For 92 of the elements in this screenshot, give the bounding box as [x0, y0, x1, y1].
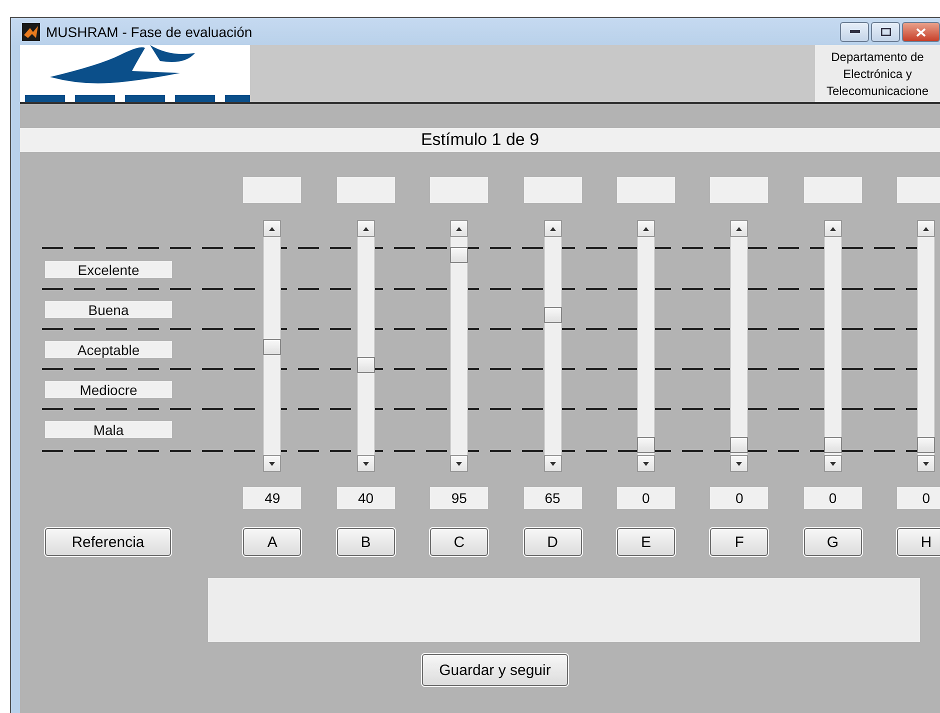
- down-arrow-button[interactable]: [450, 455, 468, 472]
- down-arrow-icon: [642, 462, 649, 466]
- down-arrow-button[interactable]: [730, 455, 748, 472]
- up-arrow-button[interactable]: [824, 220, 842, 237]
- rating-slider[interactable]: [450, 220, 468, 472]
- maximize-icon: [880, 28, 890, 36]
- stimulus-button[interactable]: D: [524, 528, 582, 556]
- text-field[interactable]: [897, 177, 940, 203]
- down-arrow-button[interactable]: [636, 455, 655, 472]
- slider-thumb[interactable]: [824, 437, 842, 453]
- down-arrow-icon: [736, 462, 742, 466]
- down-arrow-button[interactable]: [824, 455, 842, 472]
- window-title: MUSHRAM - Fase de evaluación: [46, 24, 252, 40]
- up-arrow-button[interactable]: [356, 220, 375, 237]
- stimulus-heading: Estímulo 1 de 9: [20, 128, 940, 152]
- stimulus-button[interactable]: F: [710, 528, 768, 556]
- rating-slider[interactable]: [917, 220, 936, 472]
- up-arrow-icon: [550, 226, 556, 230]
- app-icon: [22, 22, 40, 40]
- comment-field[interactable]: [208, 578, 920, 642]
- up-arrow-icon: [456, 226, 462, 230]
- up-arrow-button[interactable]: [544, 220, 562, 237]
- reference-button[interactable]: Referencia: [45, 528, 171, 556]
- down-arrow-icon: [830, 462, 836, 466]
- down-arrow-button[interactable]: [544, 455, 562, 472]
- score-value: 95: [430, 487, 488, 509]
- close-button[interactable]: [902, 22, 940, 42]
- scale-label: Mediocre: [45, 381, 172, 398]
- text-field[interactable]: [336, 177, 395, 203]
- down-arrow-icon: [550, 462, 556, 466]
- score-value: 49: [243, 487, 302, 509]
- department-text: Telecomunicacione: [826, 83, 929, 100]
- text-field[interactable]: [243, 177, 302, 203]
- rating-slider[interactable]: [356, 220, 375, 472]
- text-field[interactable]: [804, 177, 862, 203]
- department-text: Departamento de: [831, 49, 924, 66]
- up-arrow-icon: [269, 226, 276, 230]
- down-arrow-button[interactable]: [917, 455, 936, 472]
- text-field[interactable]: [524, 177, 582, 203]
- up-arrow-icon: [830, 226, 836, 230]
- down-arrow-icon: [456, 462, 462, 466]
- scale-label: Buena: [45, 301, 172, 318]
- stimulus-button[interactable]: G: [804, 528, 862, 556]
- stimulus-button[interactable]: B: [336, 528, 395, 556]
- up-arrow-button[interactable]: [917, 220, 936, 237]
- down-arrow-button[interactable]: [356, 455, 375, 472]
- rating-slider[interactable]: [636, 220, 655, 472]
- up-arrow-button[interactable]: [730, 220, 748, 237]
- score-value: 65: [524, 487, 582, 509]
- close-icon: [916, 28, 926, 36]
- text-field[interactable]: [710, 177, 768, 203]
- rating-slider[interactable]: [730, 220, 748, 472]
- slider-thumb[interactable]: [636, 437, 655, 453]
- department-text: Electrónica y: [843, 66, 912, 83]
- up-arrow-button[interactable]: [450, 220, 468, 237]
- slider-thumb[interactable]: [544, 307, 562, 323]
- save-continue-button[interactable]: Guardar y seguir: [422, 654, 568, 686]
- slider-thumb[interactable]: [917, 437, 936, 453]
- scale-label: Aceptable: [45, 341, 172, 358]
- up-arrow-icon: [362, 226, 369, 230]
- up-arrow-button[interactable]: [263, 220, 282, 237]
- stimulus-button[interactable]: E: [616, 528, 675, 556]
- rating-slider[interactable]: [263, 220, 282, 472]
- scale-label: Excelente: [45, 261, 172, 278]
- down-arrow-icon: [362, 462, 369, 466]
- score-value: 0: [710, 487, 768, 509]
- up-arrow-button[interactable]: [636, 220, 655, 237]
- slider-thumb[interactable]: [263, 339, 282, 355]
- slider-thumb[interactable]: [356, 357, 375, 373]
- score-value: 0: [897, 487, 940, 509]
- down-arrow-button[interactable]: [263, 455, 282, 472]
- stimulus-button[interactable]: H: [897, 528, 940, 556]
- score-value: 0: [804, 487, 862, 509]
- up-arrow-icon: [923, 226, 930, 230]
- down-arrow-icon: [269, 462, 276, 466]
- text-field[interactable]: [430, 177, 488, 203]
- scale-label: Mala: [45, 421, 172, 438]
- rating-slider[interactable]: [544, 220, 562, 472]
- minimize-button[interactable]: [840, 22, 869, 42]
- minimize-icon: [850, 30, 860, 34]
- score-value: 40: [336, 487, 395, 509]
- stimulus-button[interactable]: A: [243, 528, 302, 556]
- maximize-button[interactable]: [871, 22, 900, 42]
- text-field[interactable]: [616, 177, 675, 203]
- rating-slider[interactable]: [824, 220, 842, 472]
- up-arrow-icon: [736, 226, 742, 230]
- up-arrow-icon: [642, 226, 649, 230]
- slider-thumb[interactable]: [450, 247, 468, 263]
- stimulus-button[interactable]: C: [430, 528, 488, 556]
- slider-thumb[interactable]: [730, 437, 748, 453]
- down-arrow-icon: [923, 462, 930, 466]
- score-value: 0: [616, 487, 675, 509]
